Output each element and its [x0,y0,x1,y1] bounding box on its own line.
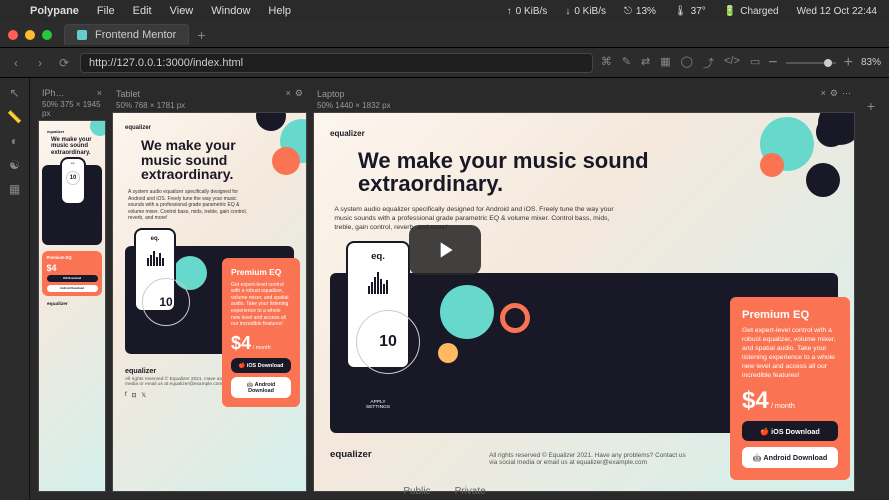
twitter-icon[interactable]: 𝕏 [141,392,146,399]
layout-icon[interactable]: ▭ [750,55,760,71]
pane-close-icon[interactable]: × [97,88,102,98]
grid-tool-icon[interactable]: ▦ [9,182,20,196]
pane-laptop-header: Laptop × ⚙ ⋯ [313,86,855,101]
code-icon[interactable]: </> [724,55,740,71]
screenshot-icon[interactable]: ◯ [681,55,693,71]
workspace: ↖ 📏 ◐ ☯ ▦ IPh… × 50% 375 × 1945 px equal… [0,78,889,500]
page-headline: We make your music sound extraordinary. [39,134,105,159]
minimize-window-icon[interactable] [25,30,35,40]
android-download-button[interactable]: Android Download [47,285,98,292]
add-tab-button[interactable]: + [197,27,205,43]
pane-mobile-viewport[interactable]: equalizer We make your music sound extra… [38,120,106,492]
pane-tablet: Tablet ×⚙ 50% 768 × 1781 px equalizer We… [112,86,307,492]
devtools-icon[interactable]: ⌘ [601,55,612,71]
zoom-in-button[interactable]: + [844,54,853,72]
android-download-button[interactable]: 🤖 Android Download [742,447,838,468]
color-tool-icon[interactable]: ◐ [11,134,18,148]
share-icon[interactable]: ⤴ [703,55,714,71]
tab-title: Frontend Mentor [95,29,176,41]
menu-edit[interactable]: Edit [133,5,152,17]
pane-laptop-label: Laptop [317,89,345,99]
pane-more-icon[interactable]: ⋯ [842,88,851,99]
android-download-button[interactable]: 🤖 Android Download [231,377,291,398]
accessibility-tool-icon[interactable]: ☯ [9,158,20,172]
sync-scroll-icon[interactable]: ⇄ [641,55,650,71]
pane-mobile-header: IPh… × [38,86,106,100]
card-title: Premium EQ [742,309,838,321]
pane-tablet-header: Tablet × ⚙ [112,86,307,101]
pane-settings-icon[interactable]: ⚙ [295,88,303,99]
status-datetime: Wed 12 Oct 22:44 [797,6,877,17]
pane-laptop-viewport[interactable]: equalizer We make your music sound extra… [313,112,855,492]
forward-button[interactable]: › [32,56,48,70]
zoom-slider[interactable] [786,62,836,64]
status-net-down: ↓0 KiB/s [565,6,606,17]
pane-mobile-label: IPh… [42,88,65,98]
status-net-up: ↑0 KiB/s [507,6,548,17]
eyedropper-icon[interactable]: ✎ [622,55,631,71]
menu-help[interactable]: Help [268,5,291,17]
pane-close-icon[interactable]: × [821,88,826,99]
tab-public[interactable]: Public [403,486,430,497]
tab-bar: Frontend Mentor + [0,22,889,48]
pane-tablet-label: Tablet [116,89,140,99]
cursor-tool-icon[interactable]: ↖ [9,86,19,100]
card-desc: Get expert-level control with a robust e… [231,282,291,328]
page-headline: We make your music sound extraordinary. [314,138,719,206]
status-temp: 🌡 37° [674,6,706,17]
bottom-tabs: Public Private [403,486,485,497]
macos-menubar: Polypane File Edit View Window Help ↑0 K… [0,0,889,22]
window-controls[interactable] [8,30,52,40]
zoom-percent: 83% [861,57,881,68]
overlay-icon[interactable]: ▦ [660,55,670,71]
toolbar-action-icons: ⌘ ✎ ⇄ ▦ ◯ ⤴ </> ▭ [601,55,760,71]
pane-settings-icon[interactable]: ⚙ [830,88,838,99]
page-subtext: A system audio equalizer specifically de… [113,189,267,222]
ios-download-button[interactable]: 🍎 iOS Download [231,358,291,373]
favicon-icon [77,30,87,40]
status-battery: 🔋 Charged [724,6,779,17]
video-play-button[interactable] [409,225,481,275]
zoom-out-button[interactable]: − [768,54,777,72]
card-desc: Get expert-level control with a robust e… [742,327,838,380]
menu-window[interactable]: Window [211,5,250,17]
menu-view[interactable]: View [170,5,194,17]
browser-tab[interactable]: Frontend Mentor [64,24,189,45]
status-cpu: ⎋ 13% [624,6,656,17]
tab-private[interactable]: Private [455,486,486,497]
reload-button[interactable]: ⟳ [56,56,72,70]
instagram-icon[interactable]: ⊡ [131,392,136,399]
add-pane-button[interactable]: + [861,86,881,492]
url-input[interactable] [80,53,593,73]
app-name[interactable]: Polypane [30,5,79,17]
pane-laptop: Laptop ×⚙⋯ 50% 1440 × 1832 px equalizer … [313,86,855,492]
card-price: $4 [231,333,251,353]
toolbar: ‹ › ⟳ ⌘ ✎ ⇄ ▦ ◯ ⤴ </> ▭ − + 83% [0,48,889,78]
back-button[interactable]: ‹ [8,56,24,70]
ios-download-button[interactable]: 🍎 iOS Download [742,421,838,442]
pane-mobile: IPh… × 50% 375 × 1945 px equalizer We ma… [38,86,106,492]
close-window-icon[interactable] [8,30,18,40]
facebook-icon[interactable]: f [125,392,127,399]
menu-file[interactable]: File [97,5,115,17]
pane-close-icon[interactable]: × [286,88,291,99]
ruler-tool-icon[interactable]: 📏 [7,110,22,124]
pane-tablet-viewport[interactable]: equalizer We make your music sound extra… [112,112,307,492]
left-sidebar-tools: ↖ 📏 ◐ ☯ ▦ [0,78,30,500]
maximize-window-icon[interactable] [42,30,52,40]
ios-download-button[interactable]: iOS Download [47,275,98,282]
card-price: $4 [742,387,769,414]
card-title: Premium EQ [231,267,291,277]
